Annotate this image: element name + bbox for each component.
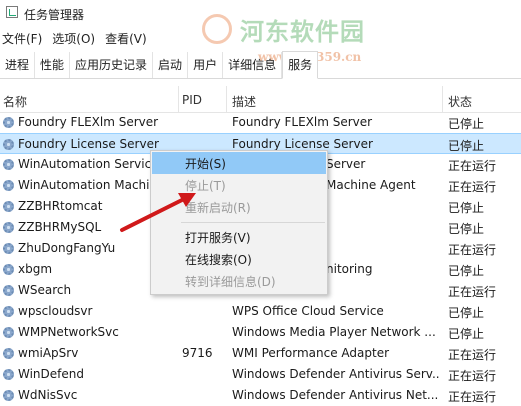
- window-title: 任务管理器: [24, 8, 85, 22]
- service-name: wpscloudsvr: [18, 304, 93, 318]
- service-gear-icon: [3, 348, 14, 359]
- service-status: 已停止: [448, 306, 485, 320]
- service-description: Windows Defender Antivirus Serv...: [232, 367, 440, 381]
- service-gear-icon: [3, 369, 14, 380]
- menu-item-open-services[interactable]: 打开服务(V): [152, 226, 326, 248]
- menu-item-go-to-details: 转到详细信息(D): [185, 275, 276, 289]
- service-row[interactable]: Foundry FLEXlm Server Foundry FLEXlm Ser…: [0, 112, 521, 133]
- service-row[interactable]: wpscloudsvr WPS Office Cloud Service 已停止: [0, 301, 521, 322]
- service-description: WPS Office Cloud Service: [232, 304, 384, 318]
- service-status: 正在运行: [448, 285, 497, 299]
- service-row[interactable]: WdNisSvc Windows Defender Antivirus Net.…: [0, 385, 521, 406]
- menu-item-search-online[interactable]: 在线搜索(O): [152, 248, 326, 270]
- service-gear-icon: [3, 306, 14, 317]
- watermark-text: 河东软件园: [240, 17, 365, 46]
- service-status: 正在运行: [448, 390, 497, 404]
- service-name: wmiApSrv: [18, 346, 79, 360]
- service-gear-icon: [3, 201, 14, 212]
- service-row[interactable]: WinDefend Windows Defender Antivirus Ser…: [0, 364, 521, 385]
- service-description: Windows Defender Antivirus Net...: [232, 388, 439, 402]
- menu-bar: 文件(F) 选项(O) 查看(V): [0, 30, 155, 48]
- watermark-logo-icon: [202, 14, 232, 44]
- column-divider[interactable]: [442, 86, 443, 112]
- column-divider[interactable]: [226, 86, 227, 112]
- service-row[interactable]: WMPNetworkSvc Windows Media Player Netwo…: [0, 322, 521, 343]
- service-status: 已停止: [448, 327, 485, 341]
- service-gear-icon: [3, 390, 14, 401]
- menu-separator: [181, 222, 325, 223]
- tab-details[interactable]: 详细信息: [223, 52, 283, 78]
- service-description: Foundry FLEXlm Server: [232, 115, 373, 129]
- service-status: 正在运行: [448, 243, 497, 257]
- header-pid[interactable]: PID: [182, 93, 202, 107]
- menu-file[interactable]: 文件(F): [0, 30, 50, 48]
- header-description[interactable]: 描述: [232, 93, 256, 110]
- service-status: 正在运行: [448, 180, 497, 194]
- service-gear-icon: [3, 139, 14, 150]
- menu-item-stop: 停止(T): [185, 179, 226, 193]
- service-status: 已停止: [448, 139, 485, 153]
- service-status: 已停止: [448, 201, 485, 215]
- context-menu: 开始(S) 停止(T) 重新启动(R) 打开服务(V) 在线搜索(O) 转到详细…: [150, 150, 328, 295]
- service-status: 已停止: [448, 264, 485, 278]
- service-status: 已停止: [448, 117, 485, 131]
- menu-view[interactable]: 查看(V): [103, 30, 155, 48]
- tab-processes[interactable]: 进程: [0, 52, 36, 78]
- service-status: 正在运行: [448, 159, 497, 173]
- service-gear-icon: [3, 222, 14, 233]
- menu-item-restart: 重新启动(R): [185, 201, 251, 215]
- service-status: 已停止: [448, 222, 485, 236]
- service-gear-icon: [3, 159, 14, 170]
- tab-app-history[interactable]: 应用历史记录: [70, 52, 154, 78]
- service-gear-icon: [3, 285, 14, 296]
- service-gear-icon: [3, 180, 14, 191]
- tab-bar: 进程 性能 应用历史记录 启动 用户 详细信息 服务: [0, 51, 521, 79]
- service-description: WMI Performance Adapter: [232, 346, 390, 360]
- menu-options[interactable]: 选项(O): [50, 30, 103, 48]
- column-header: 名称 PID 描述 状态: [0, 86, 521, 113]
- task-manager-icon: [6, 6, 18, 18]
- header-status[interactable]: 状态: [448, 93, 472, 110]
- service-name: WdNisSvc: [18, 388, 78, 402]
- service-status: 正在运行: [448, 369, 497, 383]
- service-name: WMPNetworkSvc: [18, 325, 119, 339]
- column-divider[interactable]: [178, 86, 179, 112]
- tab-startup[interactable]: 启动: [153, 52, 189, 78]
- tab-users[interactable]: 用户: [188, 52, 224, 78]
- service-pid: 9716: [182, 346, 213, 360]
- service-row[interactable]: wmiApSrv 9716 WMI Performance Adapter 正在…: [0, 343, 521, 364]
- service-gear-icon: [3, 243, 14, 254]
- service-status: 正在运行: [448, 348, 497, 362]
- tab-services[interactable]: 服务: [282, 51, 319, 79]
- service-description: Windows Media Player Network ...: [232, 325, 436, 339]
- header-name[interactable]: 名称: [3, 93, 27, 110]
- tab-performance[interactable]: 性能: [35, 52, 71, 78]
- service-description: Foundry License Server: [232, 137, 373, 151]
- menu-item-start[interactable]: 开始(S): [152, 152, 326, 174]
- service-gear-icon: [3, 117, 14, 128]
- service-name: Foundry FLEXlm Server: [18, 115, 159, 129]
- service-gear-icon: [3, 327, 14, 338]
- service-name: Foundry License Server: [18, 137, 159, 151]
- service-gear-icon: [3, 264, 14, 275]
- service-name: WinDefend: [18, 367, 84, 381]
